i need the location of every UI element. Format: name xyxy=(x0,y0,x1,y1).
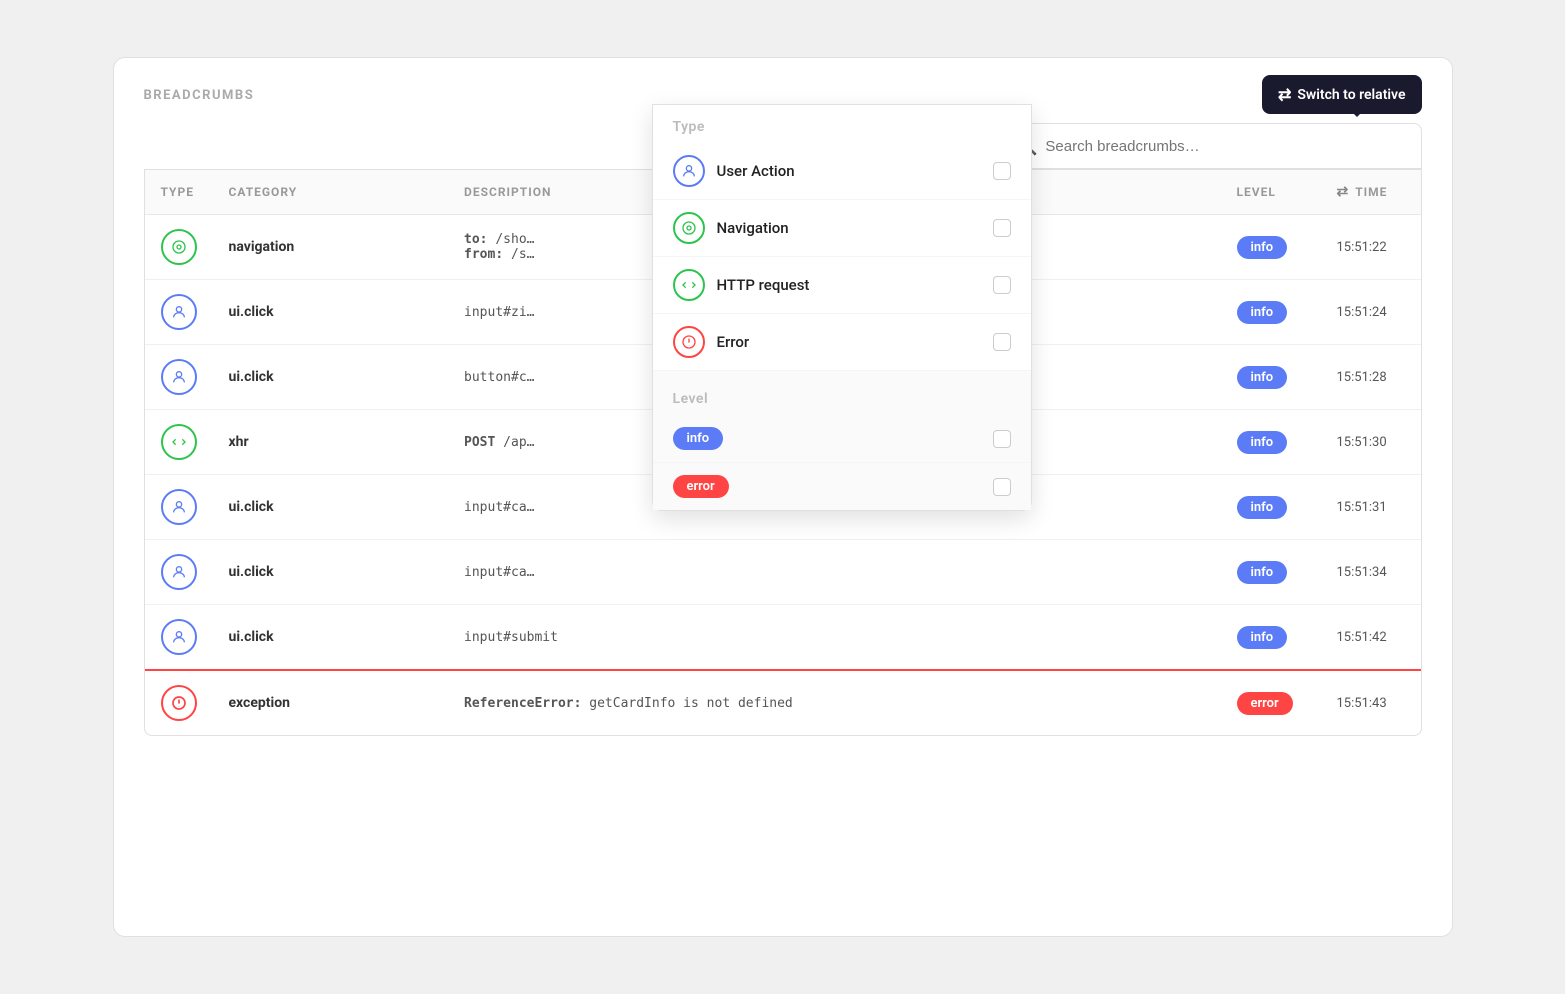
filter-level-info[interactable]: info xyxy=(653,415,1031,463)
time-cell: 15:51:43 xyxy=(1321,670,1421,735)
user-icon xyxy=(161,359,197,395)
table-row-error[interactable]: exception ReferenceError: getCardInfo is… xyxy=(145,670,1421,735)
navigation-checkbox[interactable] xyxy=(993,219,1011,237)
xhr-icon xyxy=(161,424,197,460)
category-cell: ui.click xyxy=(213,475,449,540)
filter-user-action[interactable]: User Action xyxy=(653,143,1031,200)
type-cell xyxy=(145,215,213,280)
user-icon xyxy=(161,294,197,330)
type-cell xyxy=(145,475,213,540)
filter-error[interactable]: Error xyxy=(653,314,1031,371)
nav-icon xyxy=(161,229,197,265)
info-level-badge: info xyxy=(673,427,724,450)
user-action-checkbox[interactable] xyxy=(993,162,1011,180)
info-badge: info xyxy=(1237,496,1288,519)
category-cell: xhr xyxy=(213,410,449,475)
level-cell: info xyxy=(1221,280,1321,345)
time-cell: 15:51:22 xyxy=(1321,215,1421,280)
error-type-checkbox[interactable] xyxy=(993,333,1011,351)
info-level-checkbox[interactable] xyxy=(993,430,1011,448)
user-icon xyxy=(161,489,197,525)
table-row[interactable]: ui.click input#ca… info 15:51:34 xyxy=(145,540,1421,605)
level-cell: error xyxy=(1221,670,1321,735)
info-badge: info xyxy=(1237,301,1288,324)
level-cell: info xyxy=(1221,605,1321,671)
filter-dropdown: Type User Action Navigation xyxy=(652,104,1032,511)
filter-http[interactable]: HTTP request xyxy=(653,257,1031,314)
user-icon xyxy=(161,619,197,655)
navigation-label: Navigation xyxy=(717,219,789,237)
error-badge: error xyxy=(1237,692,1293,715)
category-cell: exception xyxy=(213,670,449,735)
level-cell: info xyxy=(1221,475,1321,540)
main-container: BREADCRUMBS ⇄ Switch to relative Filter … xyxy=(113,57,1453,937)
type-cell xyxy=(145,345,213,410)
swap-icon: ⇄ xyxy=(1278,85,1291,104)
filter-level-error[interactable]: error xyxy=(653,463,1031,510)
exception-icon xyxy=(161,685,197,721)
user-icon xyxy=(161,554,197,590)
col-category: CATEGORY xyxy=(213,170,449,215)
error-type-label: Error xyxy=(717,333,750,351)
navigation-icon xyxy=(673,212,705,244)
error-level-badge: error xyxy=(673,475,729,498)
desc-cell: ReferenceError: getCardInfo is not defin… xyxy=(448,670,1220,735)
user-action-label: User Action xyxy=(717,162,795,180)
category-cell: navigation xyxy=(213,215,449,280)
info-badge: info xyxy=(1237,431,1288,454)
info-badge: info xyxy=(1237,366,1288,389)
level-cell: info xyxy=(1221,540,1321,605)
time-cell: 15:51:24 xyxy=(1321,280,1421,345)
col-time: ⇄ TIME xyxy=(1321,170,1421,215)
desc-cell: input#ca… xyxy=(448,540,1220,605)
http-icon xyxy=(673,269,705,301)
http-label: HTTP request xyxy=(717,276,810,294)
swap-time-icon[interactable]: ⇄ xyxy=(1337,184,1350,200)
col-type: TYPE xyxy=(145,170,213,215)
table-row[interactable]: ui.click input#submit info 15:51:42 xyxy=(145,605,1421,671)
category-cell: ui.click xyxy=(213,605,449,671)
search-input[interactable] xyxy=(1045,138,1404,155)
time-cell: 15:51:31 xyxy=(1321,475,1421,540)
tooltip-label: Switch to relative xyxy=(1297,87,1405,103)
switch-to-relative-tooltip[interactable]: ⇄ Switch to relative xyxy=(1262,75,1422,114)
error-type-icon xyxy=(673,326,705,358)
info-badge: info xyxy=(1237,236,1288,259)
level-section: Level info error xyxy=(653,371,1031,510)
time-cell: 15:51:28 xyxy=(1321,345,1421,410)
desc-cell: input#submit xyxy=(448,605,1220,671)
level-section-label: Level xyxy=(653,377,1031,415)
filter-navigation[interactable]: Navigation xyxy=(653,200,1031,257)
time-cell: 15:51:30 xyxy=(1321,410,1421,475)
time-cell: 15:51:34 xyxy=(1321,540,1421,605)
page-title: BREADCRUMBS xyxy=(144,88,1422,103)
type-section-label: Type xyxy=(653,105,1031,143)
type-cell xyxy=(145,540,213,605)
info-badge: info xyxy=(1237,561,1288,584)
category-cell: ui.click xyxy=(213,345,449,410)
category-cell: ui.click xyxy=(213,280,449,345)
level-cell: info xyxy=(1221,410,1321,475)
type-cell xyxy=(145,410,213,475)
time-cell: 15:51:42 xyxy=(1321,605,1421,671)
info-badge: info xyxy=(1237,626,1288,649)
user-action-icon xyxy=(673,155,705,187)
error-level-checkbox[interactable] xyxy=(993,478,1011,496)
level-cell: info xyxy=(1221,345,1321,410)
type-cell xyxy=(145,280,213,345)
col-level: LEVEL xyxy=(1221,170,1321,215)
http-checkbox[interactable] xyxy=(993,276,1011,294)
type-cell xyxy=(145,670,213,735)
type-cell xyxy=(145,605,213,671)
level-cell: info xyxy=(1221,215,1321,280)
category-cell: ui.click xyxy=(213,540,449,605)
search-box: 🔍 xyxy=(1002,123,1422,169)
